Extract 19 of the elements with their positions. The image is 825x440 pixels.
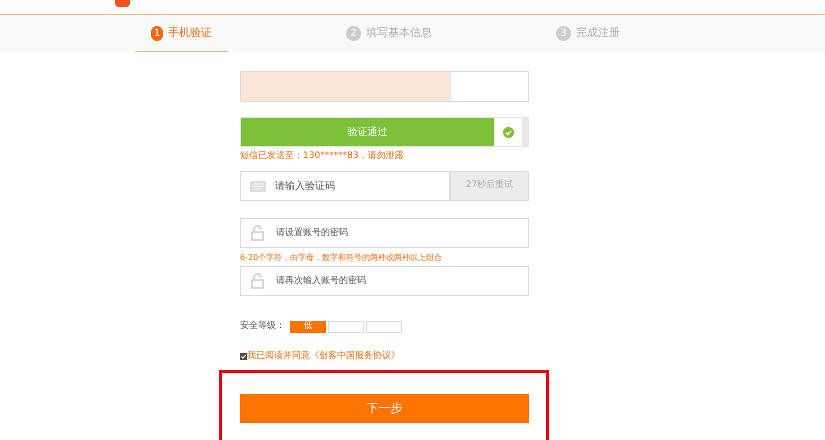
step-tab[interactable]: 1 手机验证: [135, 15, 228, 52]
security-label: 安全等级：: [240, 320, 286, 333]
agreement-checkbox[interactable]: [240, 353, 247, 360]
text-input[interactable]: 请设置账号的密码: [276, 219, 528, 247]
strength-segment: 低: [290, 320, 326, 332]
logo-icon: [115, 0, 130, 7]
password-field[interactable]: 请设置账号的密码: [240, 218, 529, 248]
password-field[interactable]: 请再次输入账号的密码: [240, 266, 529, 296]
agreement-link[interactable]: 我已阅读并同意《创客中国服务协议》: [247, 350, 400, 364]
phone-field[interactable]: [240, 71, 529, 102]
text-input[interactable]: 请再次输入账号的密码: [276, 267, 528, 295]
lock-icon: [251, 273, 264, 289]
check-icon: [502, 126, 514, 138]
next-button[interactable]: 下一步: [240, 394, 529, 422]
keyboard-icon: [250, 180, 266, 192]
lock-icon: [251, 225, 264, 241]
verify-slider[interactable]: 验证通过: [240, 117, 529, 147]
password-hint: 6-20个字符，由字母，数字和符号的两种或两种以上组合: [240, 252, 444, 263]
sms-notice: 短信已发送至：130******83，请勿泄露: [240, 150, 405, 162]
